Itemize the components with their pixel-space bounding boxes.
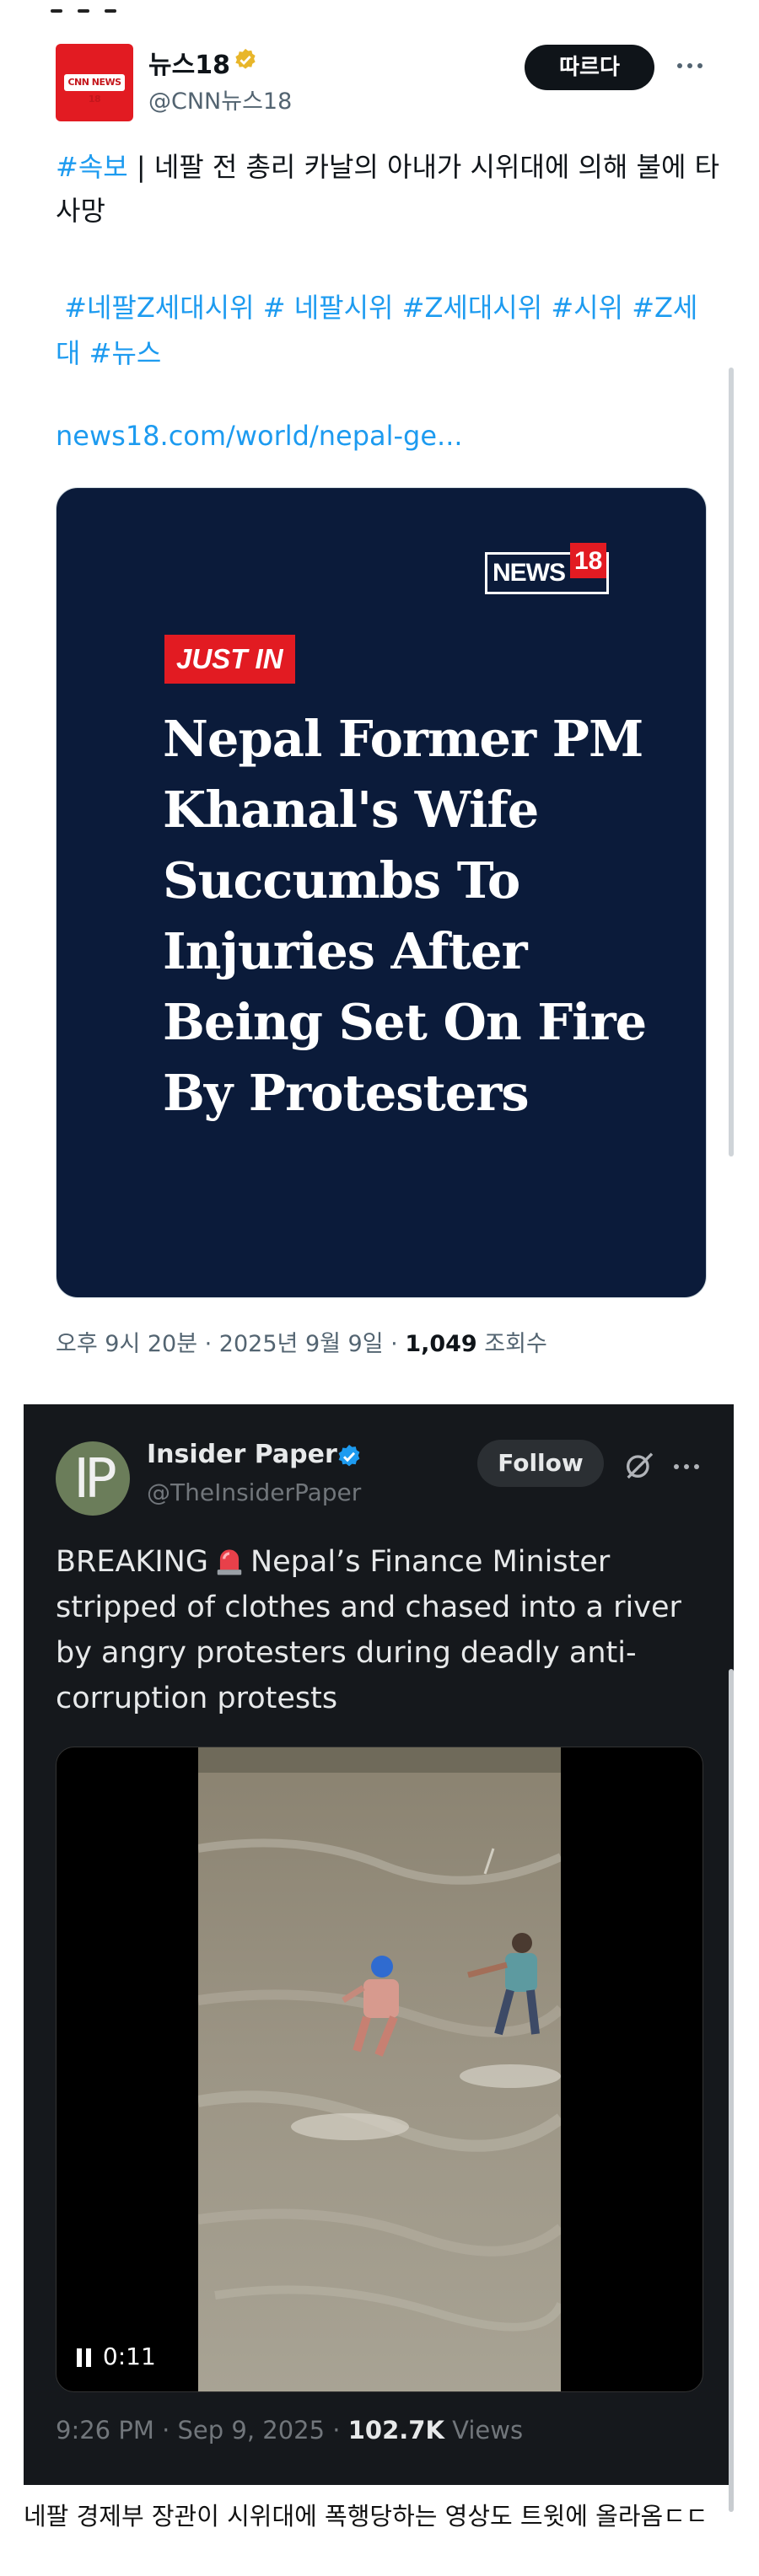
video-time: 0:11: [102, 2343, 156, 2370]
grok-icon[interactable]: [622, 1448, 656, 1482]
news18-logo-word: NEWS: [493, 559, 566, 587]
tweet-meta: 오후 9시 20분 · 2025년 9월 9일 · 1,049 조회수: [56, 1325, 547, 1358]
news18-logo: NEWS 18: [485, 543, 610, 594]
timestamp[interactable]: 오후 9시 20분 · 2025년 9월 9일 ·: [56, 1331, 405, 1357]
views-label: Views: [444, 2416, 524, 2445]
hashtag-list: #네팔Z세대시위 # 네팔시위 #Z세대시위 #시위 #Z세대 #뉴스: [56, 285, 722, 376]
tweet-text: #속보 | 네팔 전 총리 카날의 아내가 시위대에 의해 불에 타 사망: [56, 145, 722, 233]
display-name[interactable]: Insider Paper: [147, 1440, 337, 1469]
article-link[interactable]: news18.com/world/nepal-ge...: [56, 420, 463, 452]
hashtag[interactable]: #뉴스: [89, 337, 162, 369]
more-options-icon[interactable]: [675, 56, 708, 72]
just-in-badge: JUST IN: [164, 635, 295, 684]
pause-icon[interactable]: [77, 2343, 95, 2370]
tweet-insider-paper: IP Insider Paper @TheInsiderPaper Follow…: [24, 1404, 734, 2485]
previous-content-edge: [51, 0, 152, 13]
more-options-icon[interactable]: [671, 1457, 705, 1473]
avatar-text: IP: [73, 1448, 116, 1511]
hashtag[interactable]: #Z세대시위: [402, 292, 543, 324]
card-headline: Nepal Former PM Khanal's Wife Succumbs T…: [163, 704, 686, 1129]
headline-line: Injuries After: [163, 922, 528, 980]
tweet-text-main: | 네팔 전 총리 카날의 아내가 시위대에 의해 불에 타 사망: [56, 151, 720, 227]
scrollbar[interactable]: [729, 368, 734, 1157]
headline-line: Nepal Former PM: [163, 710, 643, 768]
follow-button[interactable]: Follow: [477, 1440, 604, 1487]
video-frame: [198, 1747, 561, 2391]
views-label: 조회수: [476, 1331, 547, 1357]
link-card-image[interactable]: NEWS 18 JUST IN Nepal Former PM Khanal's …: [56, 487, 707, 1298]
headline-line: Succumbs To: [163, 851, 520, 910]
avatar-logo-text: CNN NEWS 18: [67, 77, 121, 105]
hashtag[interactable]: # 네팔시위: [263, 292, 394, 324]
timestamp[interactable]: 9:26 PM · Sep 9, 2025 ·: [56, 2416, 348, 2445]
tweet-text: BREAKING Nepal’s Finance Minister stripp…: [56, 1539, 697, 1721]
hashtag-breaking[interactable]: #속보: [56, 151, 128, 183]
view-count: 1,049: [405, 1331, 477, 1357]
verified-blue-badge-icon: [338, 1445, 360, 1467]
scrollbar[interactable]: [729, 1669, 734, 2512]
headline-line: By Protesters: [163, 1064, 530, 1122]
news18-logo-number: 18: [570, 543, 607, 578]
handle[interactable]: @TheInsiderPaper: [147, 1479, 361, 1506]
verified-gold-badge-icon: [235, 48, 256, 69]
avatar[interactable]: CNN NEWS 18: [56, 44, 133, 121]
view-count: 102.7K: [347, 2416, 444, 2445]
video-controls[interactable]: 0:11: [77, 2343, 156, 2370]
avatar[interactable]: IP: [56, 1441, 130, 1516]
handle[interactable]: @CNN뉴스18: [148, 83, 292, 115]
headline-line: Khanal's Wife: [163, 781, 539, 839]
tweet-text-breaking: BREAKING: [56, 1545, 208, 1579]
hashtag[interactable]: #시위: [551, 292, 623, 324]
display-name[interactable]: 뉴스18: [148, 44, 230, 81]
siren-emoji-icon: [217, 1549, 242, 1575]
hashtag[interactable]: #네팔Z세대시위: [64, 292, 254, 324]
tweet-meta: 9:26 PM · Sep 9, 2025 · 102.7K Views: [56, 2416, 523, 2445]
tweet-news18: CNN NEWS 18 뉴스18 @CNN뉴스18 따르다 #속보 | 네팔 전…: [0, 0, 759, 1404]
headline-line: Being Set On Fire: [163, 993, 647, 1051]
post-caption: 네팔 경제부 장관이 시위대에 폭행당하는 영상도 트윗에 올라옴ㄷㄷ: [24, 2502, 708, 2530]
follow-button[interactable]: 따르다: [525, 45, 654, 90]
video-player[interactable]: 0:11: [56, 1747, 703, 2392]
